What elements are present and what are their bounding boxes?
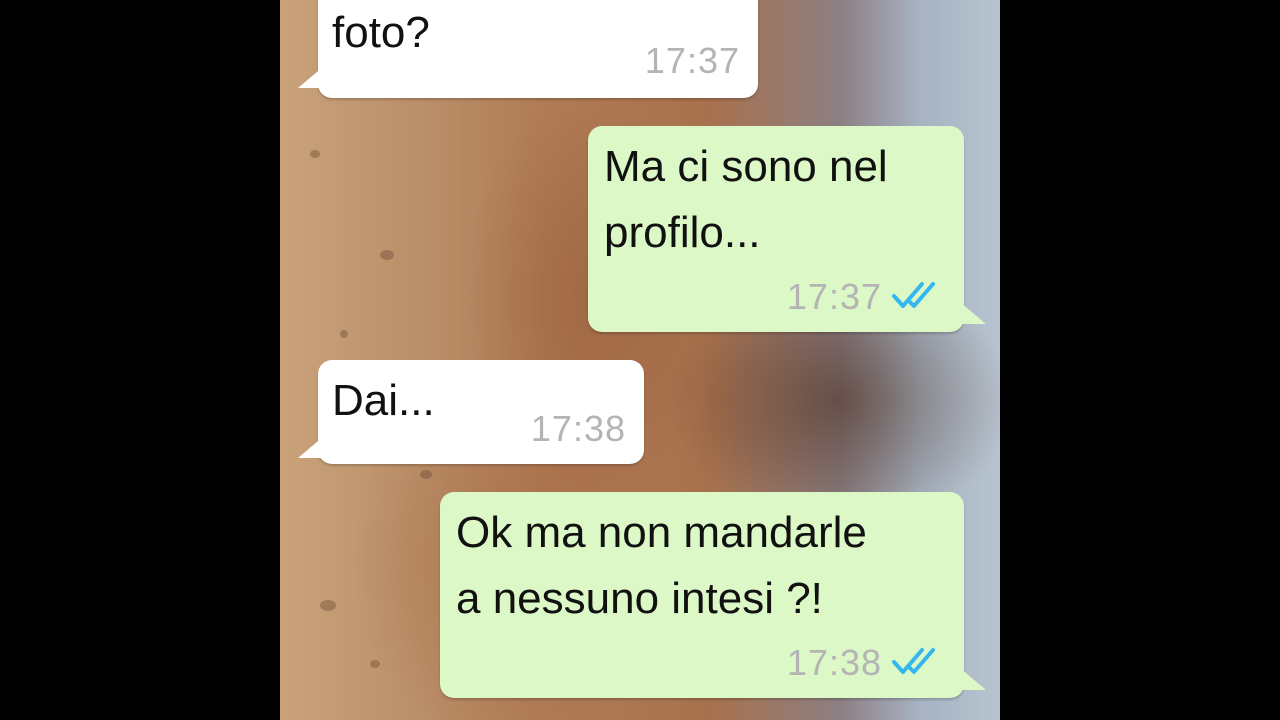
message-text-line-2: a nessuno intesi ?! bbox=[456, 574, 823, 623]
bubble-tail bbox=[298, 66, 324, 88]
message-timestamp: 17:37 bbox=[644, 40, 740, 81]
message-text-line-1: Ok ma non mandarle bbox=[456, 508, 867, 557]
message-timestamp: 17:38 bbox=[786, 642, 882, 683]
bubble-tail bbox=[960, 302, 986, 324]
bubble-tail bbox=[298, 436, 324, 458]
message-bubble-outgoing[interactable]: Ok ma non mandarle a nessuno intesi ?! 1… bbox=[440, 492, 964, 698]
message-bubble-incoming[interactable]: Dai... 17:38 bbox=[318, 360, 644, 464]
message-text: Dai... bbox=[332, 376, 435, 425]
chat-background: foto? 17:37 Ma ci sono nel profilo... 17… bbox=[280, 0, 1000, 720]
bubble-tail bbox=[960, 668, 986, 690]
message-timestamp: 17:38 bbox=[530, 408, 626, 449]
double-check-icon bbox=[892, 648, 935, 674]
message-text-line-2: profilo... bbox=[604, 208, 761, 257]
message-timestamp: 17:37 bbox=[786, 276, 882, 317]
message-bubble-incoming[interactable]: foto? 17:37 bbox=[318, 0, 758, 98]
double-check-icon bbox=[892, 282, 935, 308]
message-text-line-1: Ma ci sono nel bbox=[604, 142, 888, 191]
message-bubble-outgoing[interactable]: Ma ci sono nel profilo... 17:37 bbox=[588, 126, 964, 332]
message-text: foto? bbox=[332, 8, 430, 57]
